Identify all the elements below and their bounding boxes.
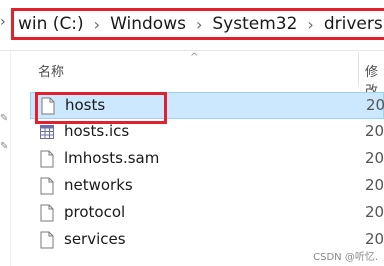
file-row-networks[interactable]: networks 20: [30, 173, 384, 200]
column-header-name[interactable]: 名称: [38, 61, 64, 80]
file-date: 20: [365, 203, 384, 221]
file-list: hosts 20 hosts.ics 20 lmhosts.sam 20 net…: [30, 92, 384, 254]
file-name: hosts: [65, 96, 106, 114]
sort-ascending-icon: ^: [190, 52, 199, 63]
file-icon: [40, 177, 54, 195]
file-row-lmhosts-sam[interactable]: lmhosts.sam 20: [30, 146, 384, 173]
chevron-right-icon[interactable]: ›: [88, 15, 106, 34]
watermark: CSDN @听忆.: [313, 252, 378, 263]
file-date: 20: [366, 96, 384, 114]
file-date: 20: [365, 122, 384, 140]
file-row-protocol[interactable]: protocol 20: [30, 200, 384, 227]
file-name: lmhosts.sam: [64, 149, 160, 167]
column-divider[interactable]: [358, 52, 359, 86]
breadcrumb-item-windows[interactable]: Windows: [106, 14, 190, 34]
file-date: 20: [365, 176, 384, 194]
file-date: 20: [365, 230, 384, 248]
file-row-hosts[interactable]: hosts 20: [30, 92, 384, 119]
breadcrumb[interactable]: win (C:) › Windows › System32 › drivers …: [11, 8, 384, 40]
navigation-pane[interactable]: ✎ ✎: [0, 51, 11, 266]
breadcrumb-item-system32[interactable]: System32: [208, 14, 301, 34]
column-header: 名称 ^ 修改: [18, 52, 384, 99]
pin-icon: ✎: [0, 141, 9, 152]
pin-icon: ✎: [0, 113, 9, 124]
file-icon: [40, 150, 54, 168]
breadcrumb-item-drive[interactable]: win (C:): [14, 14, 88, 34]
file-icon: [40, 204, 54, 222]
file-name: hosts.ics: [64, 122, 130, 140]
file-icon: [40, 231, 54, 249]
file-name: protocol: [64, 203, 126, 221]
breadcrumb-item-drivers[interactable]: drivers: [320, 14, 384, 34]
file-name: networks: [64, 176, 133, 194]
chevron-right-icon[interactable]: ›: [190, 15, 208, 34]
file-icon: [41, 97, 55, 115]
address-bar[interactable]: › win (C:) › Windows › System32 › driver…: [0, 0, 384, 51]
chevron-right-icon[interactable]: ›: [0, 14, 6, 30]
chevron-right-icon[interactable]: ›: [301, 15, 319, 34]
file-row-hosts-ics[interactable]: hosts.ics 20: [30, 119, 384, 146]
file-date: 20: [365, 149, 384, 167]
ics-file-icon: [40, 125, 54, 139]
file-name: services: [64, 230, 126, 248]
